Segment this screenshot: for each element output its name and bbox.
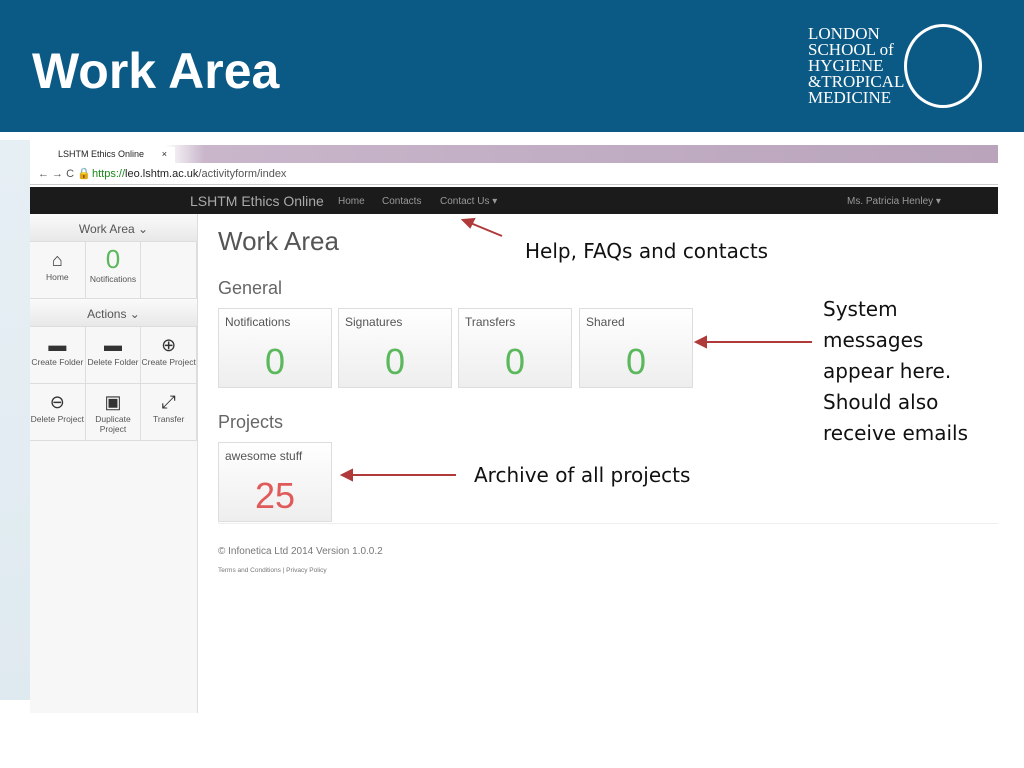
arrowhead xyxy=(693,335,707,349)
note-help: Help, FAQs and contacts xyxy=(525,239,769,263)
note-archive: Archive of all projects xyxy=(474,463,691,487)
note-system-messages: System messages appear here. Should also… xyxy=(823,297,969,445)
arrowhead xyxy=(460,217,476,229)
arrow-help xyxy=(467,221,503,237)
arrowhead xyxy=(339,468,353,482)
